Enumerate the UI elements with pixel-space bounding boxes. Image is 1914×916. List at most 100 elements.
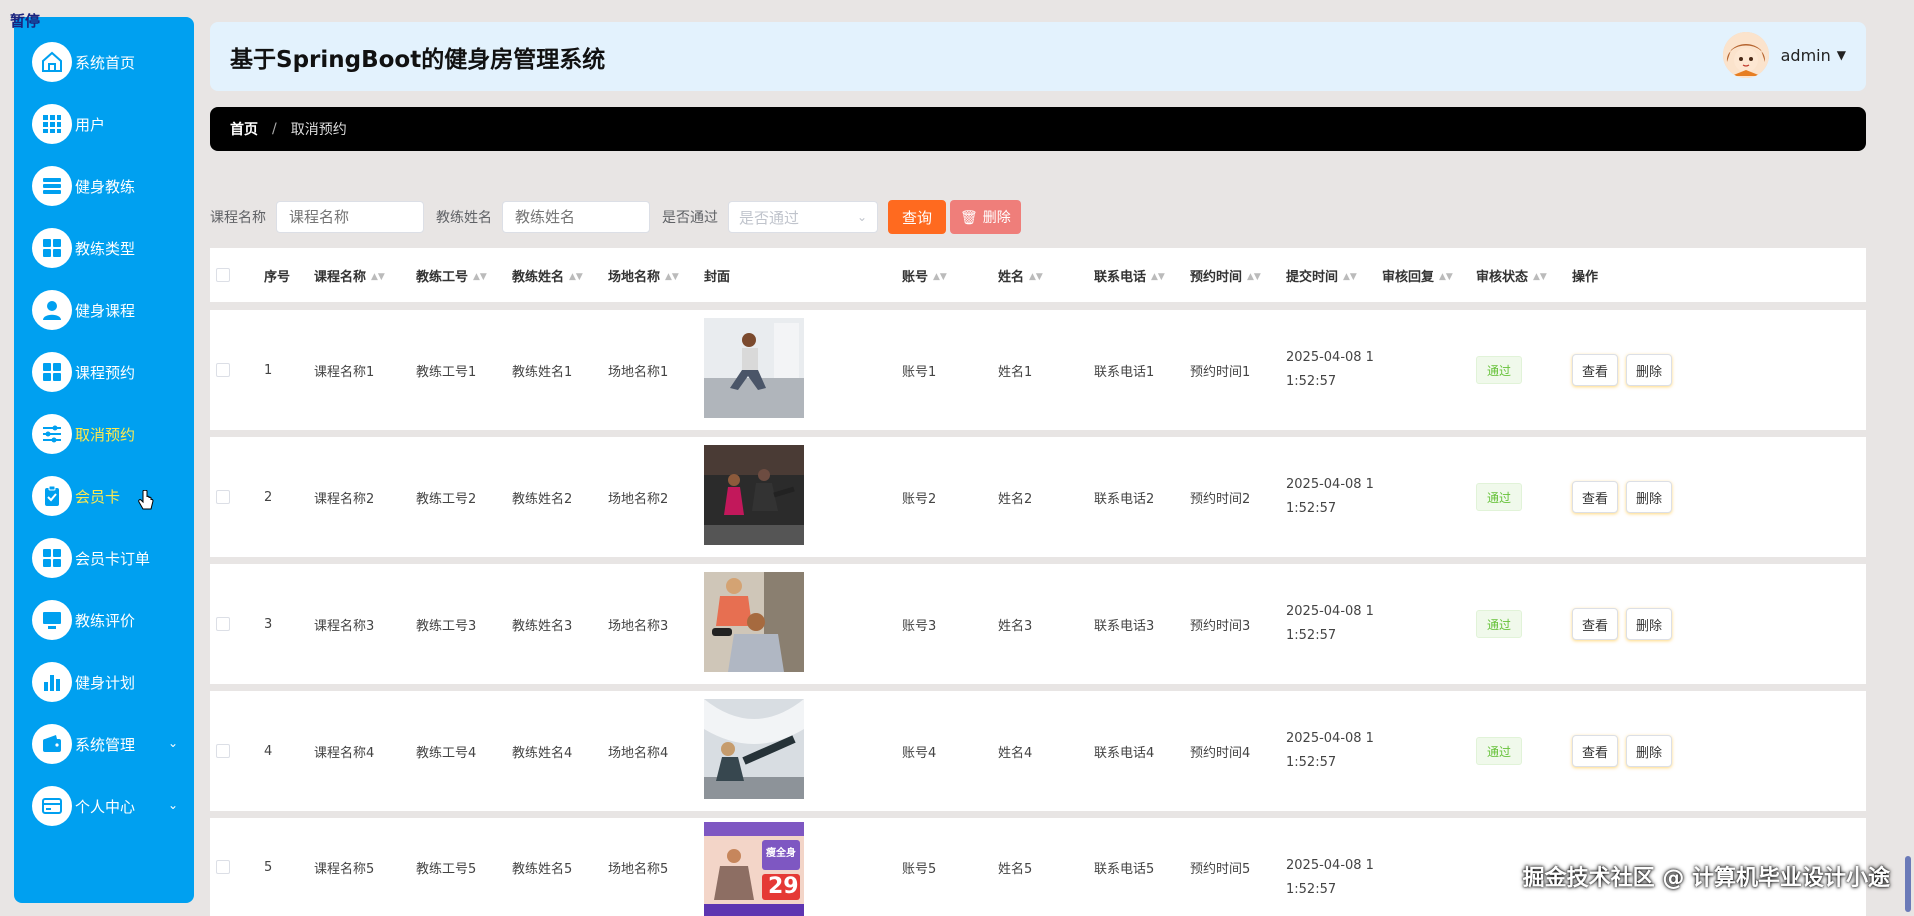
sidebar-item-users[interactable]: 用户 xyxy=(32,101,192,147)
cell-account: 账号2 xyxy=(902,491,937,507)
sidebar: 系统首页 用户 健身教练 教练类型 健身课程 课程预约 取消预约 会员卡 会员卡… xyxy=(14,17,194,903)
row-checkbox[interactable] xyxy=(216,490,230,504)
col-review-status[interactable]: 审核状态 ▲▼ xyxy=(1476,266,1547,285)
sidebar-item-home[interactable]: 系统首页 xyxy=(32,39,192,85)
cover-image[interactable] xyxy=(704,572,804,672)
sidebar-item-system[interactable]: 系统管理 ⌄ xyxy=(32,721,192,767)
cell-no: 5 xyxy=(264,859,273,875)
row-checkbox[interactable] xyxy=(216,744,230,758)
cell-phone: 联系电话5 xyxy=(1094,861,1155,877)
sort-icon: ▲▼ xyxy=(1029,272,1043,282)
sidebar-item-label: 会员卡 xyxy=(75,487,121,506)
cell-reserve-time: 预约时间5 xyxy=(1190,861,1251,877)
col-review-reply[interactable]: 审核回复 ▲▼ xyxy=(1382,266,1453,285)
col-coach-id[interactable]: 教练工号 ▲▼ xyxy=(416,266,487,285)
sidebar-item-coach-type[interactable]: 教练类型 xyxy=(32,225,192,271)
col-coach[interactable]: 教练姓名 ▲▼ xyxy=(512,266,583,285)
course-name-input[interactable] xyxy=(276,201,424,233)
cover-image[interactable] xyxy=(704,445,804,545)
col-label: 审核状态 xyxy=(1476,269,1529,285)
query-button[interactable]: 查询 xyxy=(888,200,947,234)
breadcrumb-home[interactable]: 首页 xyxy=(230,119,258,139)
pass-label: 是否通过 xyxy=(662,210,718,226)
view-button[interactable]: 查看 xyxy=(1572,735,1618,767)
sort-icon: ▲▼ xyxy=(569,272,583,282)
cell-coach: 教练姓名3 xyxy=(512,618,573,634)
row-checkbox[interactable] xyxy=(216,363,230,377)
sidebar-item-label: 系统首页 xyxy=(75,53,136,72)
poster-price: 29 xyxy=(768,874,799,899)
delete-button[interactable]: 删除 xyxy=(1626,481,1672,513)
sidebar-item-label: 教练评价 xyxy=(75,611,136,630)
col-label: 教练姓名 xyxy=(512,269,565,285)
cell-phone: 联系电话4 xyxy=(1094,745,1155,761)
cover-image[interactable] xyxy=(704,318,804,418)
select-all-checkbox[interactable] xyxy=(216,268,230,282)
delete-button[interactable]: 删除 xyxy=(1626,608,1672,640)
cell-no: 2 xyxy=(264,489,273,505)
scrollbar-thumb[interactable] xyxy=(1905,856,1911,912)
col-label: 联系电话 xyxy=(1094,269,1147,285)
cell-name: 姓名1 xyxy=(998,364,1033,380)
cell-submit-time: 1:52:57 xyxy=(1286,882,1337,897)
monitor-icon xyxy=(32,600,72,640)
sidebar-item-reservation[interactable]: 课程预约 xyxy=(32,349,192,395)
grid-icon xyxy=(32,104,72,144)
user-menu[interactable]: admin ▼ xyxy=(1722,32,1846,78)
sidebar-item-coach-review[interactable]: 教练评价 xyxy=(32,597,192,643)
cell-course: 课程名称3 xyxy=(314,618,375,634)
col-submit-time[interactable]: 提交时间 ▲▼ xyxy=(1286,266,1357,285)
sidebar-item-plan[interactable]: 健身计划 xyxy=(32,659,192,705)
cell-venue: 场地名称5 xyxy=(608,861,669,877)
sidebar-item-course[interactable]: 健身课程 xyxy=(32,287,192,333)
chevron-down-icon: ⌄ xyxy=(167,736,178,750)
view-button[interactable]: 查看 xyxy=(1572,354,1618,386)
row-checkbox[interactable] xyxy=(216,617,230,631)
delete-button[interactable]: 删除 xyxy=(1626,735,1672,767)
coach-name-input[interactable] xyxy=(502,201,650,233)
sidebar-item-member-card[interactable]: 会员卡 xyxy=(32,473,192,519)
sidebar-item-label: 会员卡订单 xyxy=(75,549,151,568)
sidebar-item-cancel-reservation[interactable]: 取消预约 xyxy=(32,411,192,457)
cover-image[interactable]: 瘦全身 29 xyxy=(704,822,804,916)
bar-chart-icon xyxy=(32,662,72,702)
pass-select-placeholder: 是否通过 xyxy=(739,208,800,227)
cell-submit-date: 2025-04-08 1 xyxy=(1286,350,1374,365)
col-no: 序号 xyxy=(264,269,291,285)
col-venue[interactable]: 场地名称 ▲▼ xyxy=(608,266,679,285)
cover-image[interactable] xyxy=(704,699,804,799)
sort-icon: ▲▼ xyxy=(665,272,679,282)
col-reserve-time[interactable]: 预约时间 ▲▼ xyxy=(1190,266,1261,285)
cell-account: 账号4 xyxy=(902,745,937,761)
cell-coach: 教练姓名2 xyxy=(512,491,573,507)
cell-name: 姓名3 xyxy=(998,618,1033,634)
status-badge: 通过 xyxy=(1476,483,1522,511)
sidebar-item-card-orders[interactable]: 会员卡订单 xyxy=(32,535,192,581)
col-course[interactable]: 课程名称 ▲▼ xyxy=(314,266,385,285)
cell-account: 账号5 xyxy=(902,861,937,877)
cell-submit-time: 1:52:57 xyxy=(1286,501,1337,516)
cell-submit-date: 2025-04-08 1 xyxy=(1286,858,1374,873)
breadcrumb-separator: / xyxy=(272,121,277,137)
col-label: 课程名称 xyxy=(314,269,367,285)
row-checkbox[interactable] xyxy=(216,860,230,874)
col-name[interactable]: 姓名 ▲▼ xyxy=(998,266,1043,285)
pass-select[interactable]: 是否通过 ⌄ xyxy=(728,201,878,233)
col-label: 场地名称 xyxy=(608,269,661,285)
home-icon xyxy=(32,42,72,82)
delete-button[interactable]: 删除 xyxy=(1626,354,1672,386)
sidebar-item-coach[interactable]: 健身教练 xyxy=(32,163,192,209)
clipboard-check-icon xyxy=(32,476,72,516)
bulk-delete-button[interactable]: 🗑 删除 xyxy=(950,200,1021,234)
cell-phone: 联系电话3 xyxy=(1094,618,1155,634)
cell-no: 1 xyxy=(264,362,273,378)
col-phone[interactable]: 联系电话 ▲▼ xyxy=(1094,266,1165,285)
cell-course: 课程名称4 xyxy=(314,745,375,761)
sort-icon: ▲▼ xyxy=(1439,272,1453,282)
view-button[interactable]: 查看 xyxy=(1572,481,1618,513)
view-button[interactable]: 查看 xyxy=(1572,608,1618,640)
cell-submit-time: 1:52:57 xyxy=(1286,628,1337,643)
sidebar-item-profile[interactable]: 个人中心 ⌄ xyxy=(32,783,192,829)
col-account[interactable]: 账号 ▲▼ xyxy=(902,266,947,285)
apps-icon xyxy=(32,352,72,392)
